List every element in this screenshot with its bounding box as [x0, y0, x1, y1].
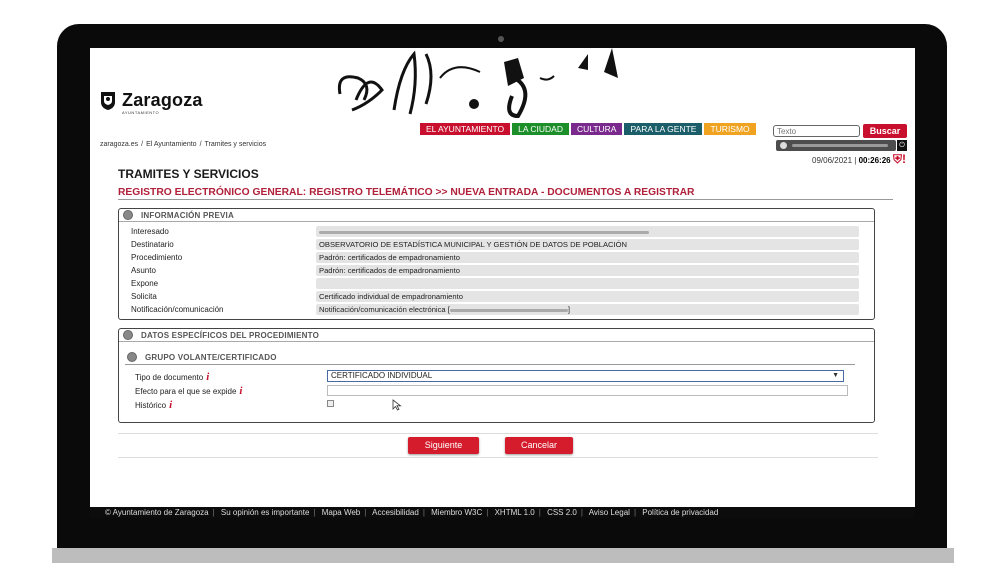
panel-header[interactable]: DATOS ESPECÍFICOS DEL PROCEDIMIENTO [119, 329, 874, 342]
footer-link[interactable]: Política de privacidad [642, 508, 718, 517]
tipo-documento-label: Tipo de documento i [135, 371, 209, 383]
subtitle-divider [118, 199, 893, 200]
nav-la-ciudad[interactable]: LA CIUDAD [512, 123, 569, 135]
session-separator: | [854, 156, 857, 165]
user-session-box[interactable] [776, 140, 896, 151]
tipo-documento-select[interactable]: CERTIFICADO INDIVIDUAL ▼ [327, 370, 844, 382]
footer-link[interactable]: Aviso Legal [589, 508, 630, 517]
nav-para-la-gente[interactable]: PARA LA GENTE [624, 123, 703, 135]
search-button[interactable]: Buscar [863, 124, 907, 138]
info-icon[interactable]: i [239, 385, 242, 397]
coat-of-arms-icon [101, 91, 115, 110]
efecto-label: Efecto para el que se expide i [135, 385, 242, 397]
historico-label: Histórico i [135, 399, 172, 411]
efecto-input[interactable] [327, 385, 848, 396]
label-text: Histórico [135, 401, 167, 410]
zaragoza-logo[interactable]: Zaragoza AYUNTAMIENTO [100, 90, 203, 115]
panel-header[interactable]: INFORMACIÓN PREVIA [119, 209, 874, 222]
row-notificacion: Notificación/comunicación Notificación/c… [119, 303, 874, 316]
session-date: 09/06/2021 [812, 156, 853, 165]
header-banner: Zaragoza AYUNTAMIENTO [90, 48, 915, 118]
brand-name: Zaragoza [122, 90, 203, 110]
field-label: Notificación/comunicación [131, 305, 224, 314]
panel-informacion-previa: INFORMACIÓN PREVIA Interesado Destinatar… [118, 208, 875, 320]
info-icon[interactable]: i [169, 399, 172, 411]
field-value: Notificación/comunicación electrónica [] [316, 304, 859, 315]
redacted-email [449, 308, 568, 312]
action-bar [118, 433, 878, 458]
footer-link[interactable]: Mapa Web [322, 508, 361, 517]
page-title: TRAMITES Y SERVICIOS [118, 167, 259, 181]
search-input[interactable] [773, 125, 860, 137]
footer-link[interactable]: Accesibilidad [372, 508, 419, 517]
group-title: GRUPO VOLANTE/CERTIFICADO [145, 352, 277, 362]
row-interesado: Interesado [119, 225, 874, 238]
footer-link[interactable]: XHTML 1.0 [495, 508, 535, 517]
panel-title: DATOS ESPECÍFICOS DEL PROCEDIMIENTO [141, 330, 319, 340]
user-name-redacted [792, 144, 888, 147]
field-value [316, 278, 859, 289]
field-label: Interesado [131, 227, 169, 236]
siguiente-button[interactable]: Siguiente [408, 437, 479, 454]
field-label: Destinatario [131, 240, 174, 249]
field-label: Expone [131, 279, 159, 288]
cancelar-button[interactable]: Cancelar [505, 437, 573, 454]
notification-text: Notificación/comunicación electrónica [ [319, 305, 450, 314]
field-value: Certificado individual de empadronamient… [316, 291, 859, 302]
label-text: Tipo de documento [135, 373, 204, 382]
collapse-toggle-icon[interactable] [123, 210, 133, 220]
laptop-base [52, 548, 954, 563]
mouse-cursor-icon [392, 399, 402, 411]
row-destinatario: Destinatario OBSERVATORIO DE ESTADÍSTICA… [119, 238, 874, 251]
panel-datos-especificos: DATOS ESPECÍFICOS DEL PROCEDIMIENTO GRUP… [118, 328, 875, 423]
panel-title: INFORMACIÓN PREVIA [141, 210, 234, 220]
row-asunto: Asunto Padrón: certificados de empadrona… [119, 264, 874, 277]
footer-link[interactable]: Su opinión es importante [221, 508, 310, 517]
historico-checkbox[interactable] [327, 400, 334, 407]
breadcrumb-separator: / [199, 141, 202, 148]
main-nav: EL AYUNTAMIENTO LA CIUDAD CULTURA PARA L… [420, 123, 756, 135]
collapse-toggle-icon[interactable] [127, 352, 137, 362]
chevron-down-icon: ▼ [832, 372, 839, 379]
field-value: Padrón: certificados de empadronamiento [316, 265, 859, 276]
field-label: Solicita [131, 292, 157, 301]
selected-value: CERTIFICADO INDIVIDUAL [331, 371, 433, 380]
nav-turismo[interactable]: TURISMO [704, 123, 756, 135]
redacted-text [319, 230, 649, 234]
browser-viewport: Zaragoza AYUNTAMIENTO EL AYUNTAMIENTO LA… [90, 48, 915, 518]
breadcrumb: zaragoza.es / El Ayuntamiento / Tramites y s… [100, 141, 269, 148]
label-text: Efecto para el que se expide [135, 387, 237, 396]
brand-sub: AYUNTAMIENTO [122, 110, 160, 115]
group-header[interactable]: GRUPO VOLANTE/CERTIFICADO [127, 352, 277, 362]
collapse-toggle-icon[interactable] [123, 330, 133, 340]
session-datetime: 09/06/2021 | 00:26:26 [812, 156, 891, 165]
footer-link[interactable]: Miembro W3C [431, 508, 482, 517]
row-solicita: Solicita Certificado individual de empad… [119, 290, 874, 303]
footer-copyright: © Ayuntamiento de Zaragoza [105, 508, 209, 517]
page-subtitle: REGISTRO ELECTRÓNICO GENERAL: REGISTRO T… [118, 187, 695, 198]
logout-icon[interactable]: ⏻ [897, 140, 907, 151]
breadcrumb-ayuntamiento[interactable]: El Ayuntamiento [146, 141, 196, 148]
breadcrumb-home[interactable]: zaragoza.es [100, 141, 138, 148]
webcam [498, 36, 504, 42]
field-value: OBSERVATORIO DE ESTADÍSTICA MUNICIPAL Y … [316, 239, 859, 250]
session-time: 00:26:26 [858, 156, 891, 165]
shield-alert-icon[interactable]: ⛨! [893, 153, 907, 166]
row-expone: Expone [119, 277, 874, 290]
user-icon [780, 142, 787, 149]
nav-cultura[interactable]: CULTURA [570, 123, 623, 135]
breadcrumb-separator: / [141, 141, 144, 148]
row-procedimiento: Procedimiento Padrón: certificados de em… [119, 251, 874, 264]
group-divider [125, 364, 855, 365]
nav-el-ayuntamiento[interactable]: EL AYUNTAMIENTO [420, 123, 511, 135]
footer-links: © Ayuntamiento de Zaragoza | Su opinión e… [90, 507, 915, 518]
field-value-redacted [316, 226, 859, 237]
field-label: Procedimiento [131, 253, 183, 262]
field-value: Padrón: certificados de empadronamiento [316, 252, 859, 263]
breadcrumb-tramites[interactable]: Tramites y servicios [205, 141, 267, 148]
info-icon[interactable]: i [206, 371, 209, 383]
banner-illustration [337, 48, 618, 118]
field-label: Asunto [131, 266, 156, 275]
footer-link[interactable]: CSS 2.0 [547, 508, 577, 517]
